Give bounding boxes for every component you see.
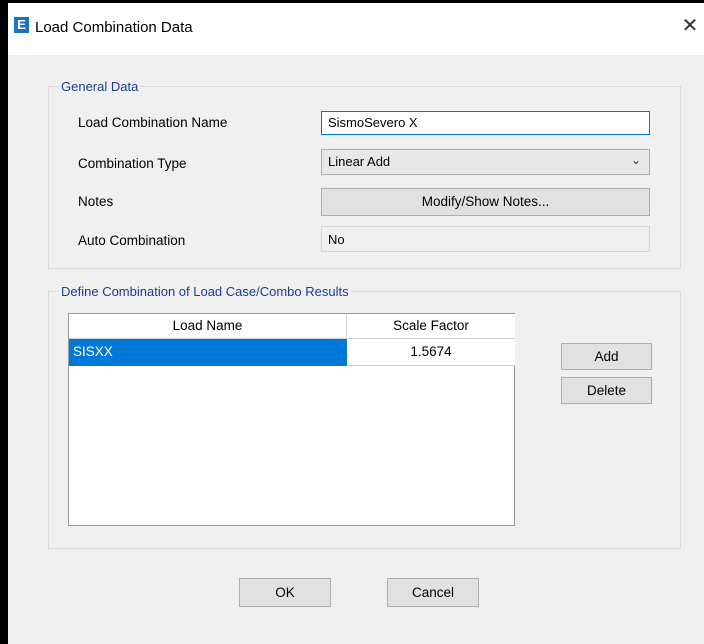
title-bar[interactable]: E Load Combination Data ✕ [8, 3, 704, 55]
auto-combination-label: Auto Combination [78, 233, 186, 248]
close-icon[interactable]: ✕ [676, 13, 704, 39]
load-combination-dialog: E Load Combination Data ✕ General Data L… [8, 3, 704, 644]
modify-show-notes-button[interactable]: Modify/Show Notes... [321, 188, 650, 216]
scale-factor-column-header[interactable]: Scale Factor [347, 314, 515, 339]
etabs-app-icon: E [14, 17, 29, 33]
ok-button[interactable]: OK [239, 578, 331, 607]
combination-type-dropdown[interactable]: Linear Add ⌄ [321, 149, 650, 175]
dialog-title: Load Combination Data [35, 19, 193, 36]
table-row-load-name[interactable]: SISXX [69, 339, 347, 366]
auto-combination-value: No [321, 226, 650, 252]
table-row-scale-factor[interactable]: 1.5674 [347, 339, 515, 366]
combination-name-input[interactable]: SismoSevero X [321, 111, 650, 135]
chevron-down-icon: ⌄ [630, 153, 641, 167]
cancel-button[interactable]: Cancel [387, 578, 479, 607]
load-case-table[interactable]: Load Name Scale Factor SISXX 1.5674 [68, 313, 515, 526]
combination-type-label: Combination Type [78, 156, 187, 171]
general-data-legend: General Data [61, 79, 139, 94]
add-button[interactable]: Add [561, 343, 652, 370]
window-frame-left [0, 0, 8, 644]
delete-button[interactable]: Delete [561, 377, 652, 404]
load-name-column-header[interactable]: Load Name [69, 314, 347, 339]
define-combination-legend: Define Combination of Load Case/Combo Re… [61, 284, 349, 299]
combination-name-label: Load Combination Name [78, 115, 228, 130]
combination-type-value: Linear Add [328, 154, 391, 169]
notes-label: Notes [78, 194, 114, 209]
